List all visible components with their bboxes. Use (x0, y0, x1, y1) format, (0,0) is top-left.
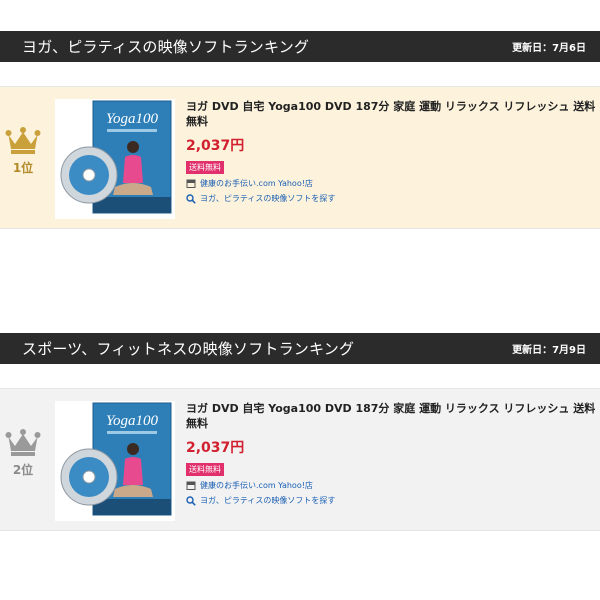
product-title-link[interactable]: ヨガ DVD 自宅 Yoga100 DVD 187分 家庭 運動 リラックス リ… (186, 99, 600, 129)
store-row: 健康のお手伝い.com Yahoo!店 (186, 480, 600, 491)
product-image[interactable]: Yoga100 (55, 401, 175, 521)
cover-title: Yoga100 (106, 111, 158, 127)
store-row: 健康のお手伝い.com Yahoo!店 (186, 178, 600, 189)
updated-date: 更新日：7月9日 (512, 345, 586, 356)
section-title: スポーツ、フィットネスの映像ソフトランキング (22, 340, 355, 358)
product-info: ヨガ DVD 自宅 Yoga100 DVD 187分 家庭 運動 リラックス リ… (186, 99, 600, 204)
gold-crown-icon (5, 127, 41, 154)
product-info: ヨガ DVD 自宅 Yoga100 DVD 187分 家庭 運動 リラックス リ… (186, 401, 600, 506)
free-shipping-badge: 送料無料 (186, 161, 224, 174)
search-icon (186, 495, 196, 506)
section-header: スポーツ、フィットネスの映像ソフトランキング 更新日：7月9日 (0, 333, 600, 364)
cover-title: Yoga100 (106, 413, 158, 429)
search-category-link[interactable]: ヨガ、ピラティスの映像ソフトを探す (200, 193, 335, 204)
section-title: ヨガ、ピラティスの映像ソフトランキング (22, 38, 310, 56)
ranking-item[interactable]: 2位 Yoga100 ヨガ DVD 自宅 Yoga100 DVD 187分 家庭… (0, 388, 600, 531)
search-icon (186, 193, 196, 204)
ranking-section-yoga: ヨガ、ピラティスの映像ソフトランキング 更新日：7月6日 1位 Yoga100 (0, 31, 600, 229)
rank-badge: 1位 (0, 127, 46, 176)
rank-label: 1位 (12, 161, 34, 175)
search-row: ヨガ、ピラティスの映像ソフトを探す (186, 193, 600, 204)
rank-label: 2位 (12, 463, 34, 477)
silver-crown-icon (5, 429, 41, 456)
store-link[interactable]: 健康のお手伝い.com Yahoo!店 (200, 178, 313, 189)
product-title-link[interactable]: ヨガ DVD 自宅 Yoga100 DVD 187分 家庭 運動 リラックス リ… (186, 401, 600, 431)
ranking-section-sports: スポーツ、フィットネスの映像ソフトランキング 更新日：7月9日 2位 Yoga1… (0, 333, 600, 531)
search-category-link[interactable]: ヨガ、ピラティスの映像ソフトを探す (200, 495, 335, 506)
product-price: 2,037円 (186, 440, 245, 456)
section-header: ヨガ、ピラティスの映像ソフトランキング 更新日：7月6日 (0, 31, 600, 62)
store-icon (186, 179, 196, 188)
updated-date: 更新日：7月6日 (512, 43, 586, 54)
store-link[interactable]: 健康のお手伝い.com Yahoo!店 (200, 480, 313, 491)
rank-badge: 2位 (0, 429, 46, 478)
store-icon (186, 481, 196, 490)
product-price: 2,037円 (186, 138, 245, 154)
free-shipping-badge: 送料無料 (186, 463, 224, 476)
ranking-item[interactable]: 1位 Yoga100 ヨガ DVD 自宅 Yoga100 DVD 187分 家庭… (0, 86, 600, 229)
search-row: ヨガ、ピラティスの映像ソフトを探す (186, 495, 600, 506)
product-image[interactable]: Yoga100 (55, 99, 175, 219)
